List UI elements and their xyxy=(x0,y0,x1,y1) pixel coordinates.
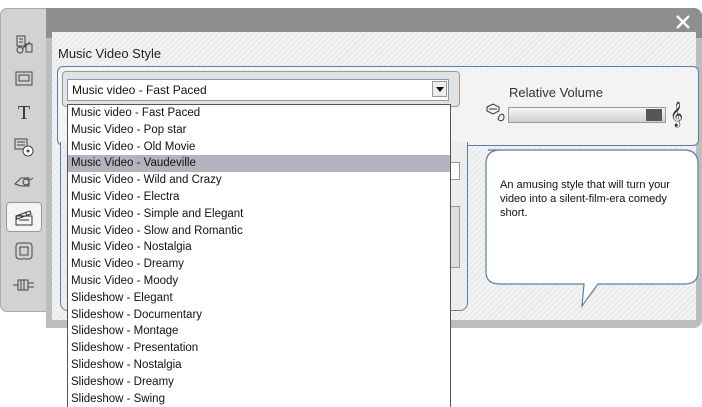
dropdown-option[interactable]: Music Video - Pop star xyxy=(68,122,450,139)
plugin-icon[interactable] xyxy=(7,271,41,299)
section-title: Music Video Style xyxy=(58,46,162,61)
dropdown-option[interactable]: Slideshow - Nostalgia xyxy=(68,357,450,374)
disc-menu-icon[interactable] xyxy=(7,133,41,161)
style-select[interactable]: Music video - Fast Paced xyxy=(67,79,449,101)
dropdown-option[interactable]: Slideshow - Dreamy xyxy=(68,374,450,391)
relative-volume-slider[interactable] xyxy=(508,107,666,123)
chevron-down-icon[interactable] xyxy=(432,81,447,97)
dropdown-option[interactable]: Slideshow - Swing xyxy=(68,391,450,407)
dropdown-option[interactable]: Music Video - Moody xyxy=(68,273,450,290)
dropdown-option[interactable]: Music Video - Slow and Romantic xyxy=(68,223,450,240)
relative-volume-thumb[interactable] xyxy=(646,109,662,121)
clip-volume-icon xyxy=(484,101,508,128)
dropdown-option[interactable]: Music Video - Nostalgia xyxy=(68,239,450,256)
dropdown-option[interactable]: Music Video - Wild and Crazy xyxy=(68,172,450,189)
scene-editor-icon[interactable] xyxy=(7,31,41,59)
dropdown-option[interactable]: Music video - Fast Paced xyxy=(68,105,450,122)
dropdown-option[interactable]: Slideshow - Montage xyxy=(68,323,450,340)
style-select-value: Music video - Fast Paced xyxy=(72,83,207,97)
video-filter-icon[interactable] xyxy=(7,237,41,265)
dropdown-option[interactable]: Music Video - Electra xyxy=(68,189,450,206)
text-icon[interactable]: T xyxy=(7,99,41,127)
style-dropdown-list[interactable]: Music video - Fast Paced Music Video - Po… xyxy=(67,104,451,407)
dropdown-option[interactable]: Music Video - Simple and Elegant xyxy=(68,206,450,223)
dropdown-option[interactable]: Music Video - Old Movie xyxy=(68,139,450,156)
dropdown-option[interactable]: Music Video - Dreamy xyxy=(68,256,450,273)
style-description: An amusing style that will turn your vid… xyxy=(500,179,670,219)
smartmovie-icon[interactable] xyxy=(6,202,42,232)
dropdown-option[interactable]: Slideshow - Elegant xyxy=(68,290,450,307)
dropdown-option[interactable]: Slideshow - Presentation xyxy=(68,340,450,357)
close-icon[interactable] xyxy=(674,13,692,31)
music-note-icon: 𝄞 xyxy=(670,102,684,127)
audio-icon[interactable] xyxy=(7,167,41,195)
title-overlay-icon[interactable] xyxy=(7,65,41,93)
tool-sidebar: T xyxy=(0,8,47,312)
description-bubble xyxy=(485,149,699,309)
dropdown-option[interactable]: Music Video - Vaudeville xyxy=(68,155,450,173)
dropdown-option[interactable]: Slideshow - Documentary xyxy=(68,307,450,324)
relative-volume-label: Relative Volume xyxy=(509,85,603,100)
